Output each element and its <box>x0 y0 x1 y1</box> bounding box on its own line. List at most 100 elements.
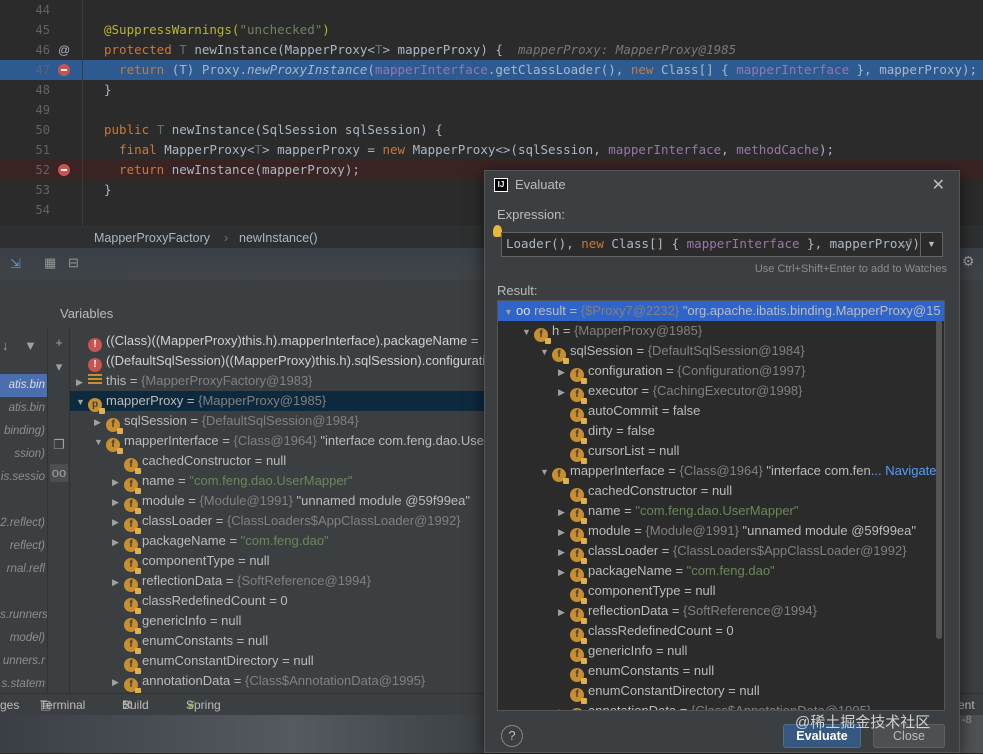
navigate-link[interactable]: ... Navigate <box>871 463 937 478</box>
breakpoint-icon[interactable] <box>58 164 70 176</box>
tree-row[interactable]: ! ((DefaultSqlSession)((MapperProxy)this.… <box>76 351 485 372</box>
tree-row[interactable]: ▶ f module = {Module@1991} "unnamed module… <box>558 521 916 544</box>
tree-row[interactable]: f componentType = null <box>112 551 270 574</box>
result-scrollbar[interactable] <box>936 309 942 639</box>
frame-row[interactable]: atis.bin <box>0 397 47 420</box>
frame-row[interactable]: model) <box>0 627 47 650</box>
expand-arrow-icon[interactable]: ▶ <box>94 412 106 432</box>
frame-row[interactable]: is.sessio <box>0 466 47 489</box>
tree-row[interactable]: ▶ f reflectionData = {SoftReference@1994} <box>558 601 817 624</box>
frame-row[interactable]: 2.reflect) <box>0 512 47 535</box>
tree-row[interactable]: f genericInfo = null <box>112 611 241 634</box>
tree-row[interactable]: ▶ f reflectionData = {SoftReference@1994} <box>112 571 371 594</box>
frame-row[interactable] <box>0 581 47 604</box>
add-watch-icon[interactable]: + <box>50 334 68 352</box>
collapse-arrow-icon[interactable]: ▼ <box>540 342 552 362</box>
frame-row[interactable] <box>0 489 47 512</box>
frame-row[interactable]: unners.r <box>0 650 47 673</box>
expand-arrow-icon[interactable]: ▶ <box>558 522 570 542</box>
expand-icon[interactable]: ⤢ <box>902 236 912 251</box>
tree-row[interactable]: ▶ f name = "com.feng.dao.UserMapper" <box>112 471 353 494</box>
glasses-icon[interactable]: oo <box>50 464 68 482</box>
tree-row[interactable]: ▶ f configuration = {Configuration@1997} <box>558 361 805 384</box>
tree-row[interactable]: f enumConstants = null <box>112 631 268 654</box>
tree-row[interactable]: ▶fannotationData = {Class$AnnotationData… <box>112 671 425 693</box>
frame-row[interactable]: atis.bin <box>0 374 47 397</box>
breakpoint-icon[interactable] <box>58 64 70 76</box>
frame-row[interactable]: ssion) <box>0 443 47 466</box>
collapse-arrow-icon[interactable]: ▼ <box>94 432 106 452</box>
expand-arrow-icon[interactable]: ▶ <box>112 532 124 552</box>
tree-row[interactable]: f classRedefinedCount = 0 <box>112 591 288 614</box>
tree-row[interactable]: ▼ f mapperInterface = {Class@1964} "interf… <box>94 431 488 454</box>
code-line[interactable]: 44 <box>0 0 983 20</box>
tree-row[interactable]: ▶ f classLoader = {ClassLoaders$AppClassLo… <box>112 511 461 534</box>
expand-arrow-icon[interactable]: ▶ <box>558 502 570 522</box>
tree-row[interactable]: ▼ f h = {MapperProxy@1985} <box>522 321 702 344</box>
table-view-icon[interactable]: ▦ <box>44 255 56 271</box>
collapse-arrow-icon[interactable]: ▼ <box>522 322 534 342</box>
tree-row[interactable]: ▶ f module = {Module@1991} "unnamed module… <box>112 491 470 514</box>
settings-gear-icon[interactable]: ⚙ <box>962 253 975 270</box>
tree-row[interactable]: ▶ f name = "com.feng.dao.UserMapper" <box>558 501 799 524</box>
tree-row[interactable]: ▶fannotationData = {Class$AnnotationData… <box>558 701 871 710</box>
frame-row[interactable]: s.statem <box>0 673 47 693</box>
tree-row[interactable]: ▶ this = {MapperProxyFactory@1983} <box>76 371 313 391</box>
tree-row[interactable]: f enumConstants = null <box>558 661 714 684</box>
collapse-arrow-icon[interactable]: ▼ <box>504 302 516 322</box>
expand-arrow-icon[interactable]: ▶ <box>112 672 124 692</box>
expand-arrow-icon[interactable]: ▶ <box>558 602 570 622</box>
tree-row[interactable]: f cachedConstructor = null <box>558 481 732 504</box>
tree-row[interactable]: ▼ f mapperInterface = {Class@1964} "interf… <box>540 461 937 484</box>
expand-arrow-icon[interactable]: ▶ <box>112 492 124 512</box>
help-button[interactable]: ? <box>501 725 523 747</box>
tree-row[interactable]: ▶ f classLoader = {ClassLoaders$AppClassLo… <box>558 541 907 564</box>
expand-arrow-icon[interactable]: ▶ <box>76 372 88 392</box>
code-line[interactable]: 48} <box>0 80 983 100</box>
code-line[interactable]: 50 public T newInstance(SqlSession sqlSes… <box>0 120 983 140</box>
tree-row[interactable]: f classRedefinedCount = 0 <box>558 621 734 644</box>
expand-arrow-icon[interactable]: ▶ <box>112 512 124 532</box>
collapse-arrow-icon[interactable]: ▼ <box>76 392 88 412</box>
tree-row[interactable]: f enumConstantDirectory = null <box>112 651 314 674</box>
expand-arrow-icon[interactable]: ▶ <box>558 382 570 402</box>
tree-row[interactable]: f genericInfo = null <box>558 641 687 664</box>
down-arrow-icon[interactable]: ▾ <box>50 358 68 376</box>
expand-arrow-icon[interactable]: ▶ <box>112 472 124 492</box>
tree-row[interactable]: ▼ oo result = {$Proxy7@2232} "org.apache.… <box>498 301 944 321</box>
arrow-down-icon[interactable]: ↓ <box>2 338 9 353</box>
tree-row[interactable]: ▶ f packageName = "com.feng.dao" <box>558 561 775 584</box>
filter-icon[interactable]: ▼ <box>24 338 37 353</box>
layout-icon[interactable]: ⊟ <box>68 255 79 271</box>
step-icon[interactable]: ⇲ <box>10 256 21 272</box>
frame-row[interactable]: reflect) <box>0 535 47 558</box>
tree-row[interactable]: ▶ f sqlSession = {DefaultSqlSession@1984} <box>94 411 359 434</box>
frame-row[interactable]: binding) <box>0 420 47 443</box>
frame-row[interactable] <box>0 351 47 374</box>
tree-row[interactable]: ▶ f executor = {CachingExecutor@1998} <box>558 381 803 404</box>
expand-arrow-icon[interactable]: ▶ <box>558 362 570 382</box>
tree-row[interactable]: f cachedConstructor = null <box>112 451 286 474</box>
chevron-down-icon[interactable]: ▼ <box>920 233 942 256</box>
code-line[interactable]: 47 return (T) Proxy.newProxyInstance(map… <box>0 60 983 80</box>
tree-row[interactable]: ▼ p mapperProxy = {MapperProxy@1985} <box>70 391 490 414</box>
tree-row[interactable]: f cursorList = null <box>558 441 679 464</box>
code-line[interactable]: 51 final MapperProxy<T> mapperProxy = ne… <box>0 140 983 160</box>
variables-tree[interactable]: ! ((Class)((MapperProxy)this.h).mapperInt… <box>70 331 490 693</box>
code-line[interactable]: 46 @ protected T newInstance(MapperProxy<T… <box>0 40 983 60</box>
frame-row[interactable]: rnal.refl <box>0 558 47 581</box>
close-icon[interactable]: ✕ <box>932 175 945 195</box>
expand-arrow-icon[interactable]: ▶ <box>112 572 124 592</box>
breadcrumb-class[interactable]: MapperProxyFactory <box>94 227 210 249</box>
result-tree[interactable]: ▼ oo result = {$Proxy7@2232} "org.apache.… <box>497 300 945 711</box>
code-line[interactable]: 49 <box>0 100 983 120</box>
expand-arrow-icon[interactable]: ▶ <box>558 542 570 562</box>
tree-row[interactable]: ▼ f sqlSession = {DefaultSqlSession@1984} <box>540 341 805 364</box>
frames-list[interactable]: atis.bin atis.bin binding) ssion) is.sessio 2… <box>0 328 47 693</box>
tree-row[interactable]: f componentType = null <box>558 581 716 604</box>
collapse-arrow-icon[interactable]: ▼ <box>540 462 552 482</box>
tree-row[interactable]: f enumConstantDirectory = null <box>558 681 760 704</box>
frame-row[interactable]: s.runners <box>0 604 47 627</box>
tree-row[interactable]: ! ((Class)((MapperProxy)this.h).mapperInt… <box>76 331 478 352</box>
expression-input[interactable]: Loader(), new Class[] { mapperInterface … <box>501 232 943 257</box>
